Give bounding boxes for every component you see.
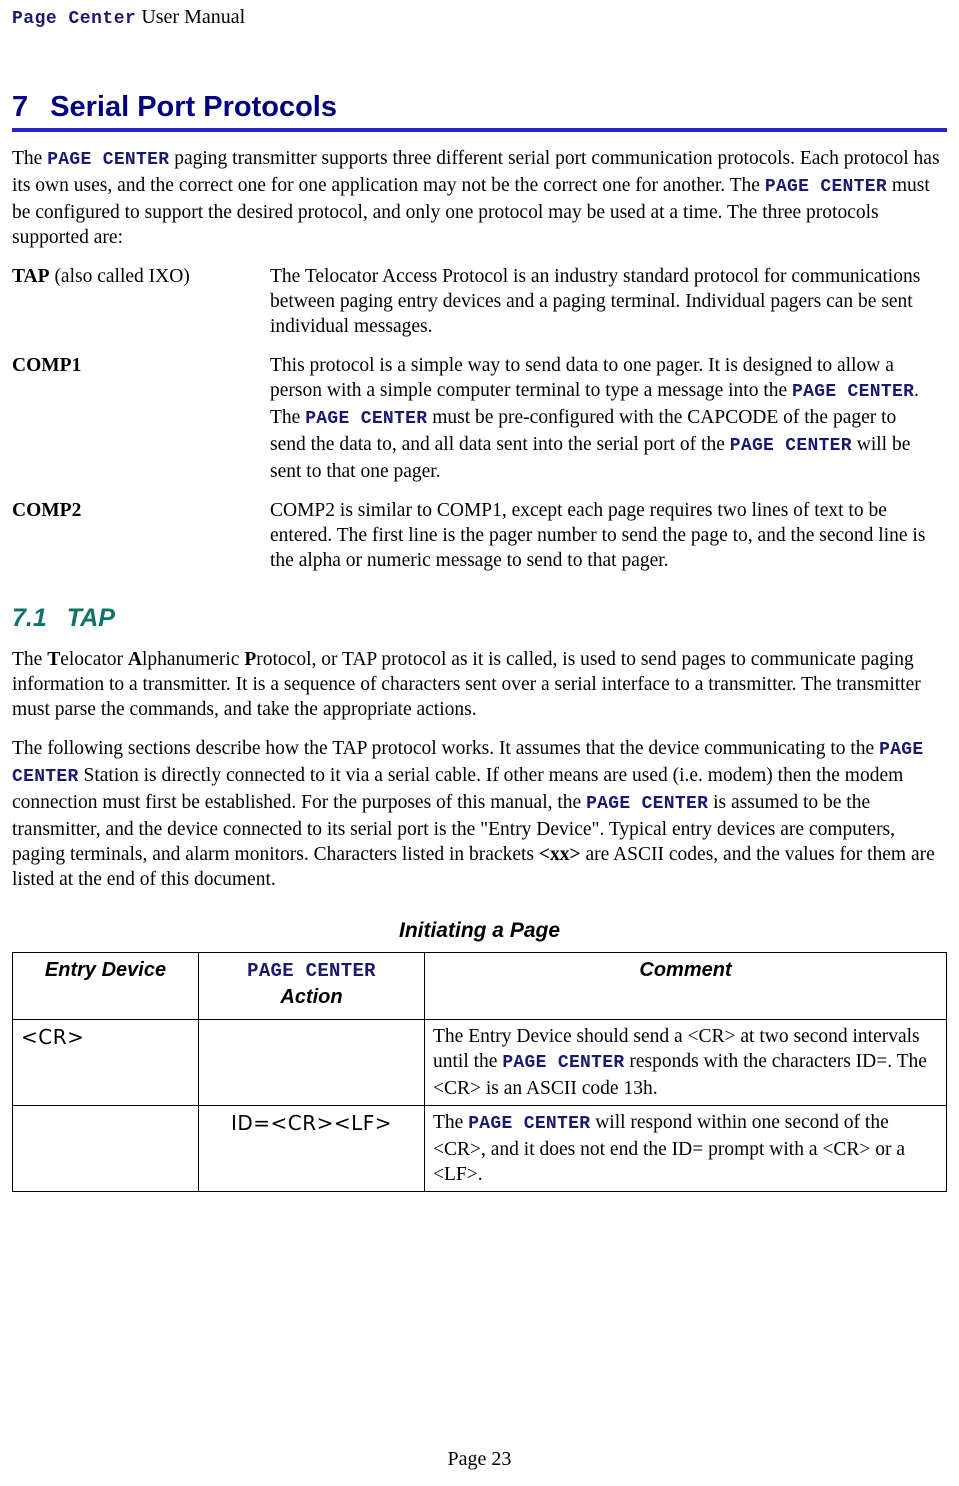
subsection-heading: 7.1 TAP [12,603,947,633]
tap-p1-b: elocator [60,649,128,670]
brand-inline: PAGE CENTER [792,382,915,402]
cell-page-center-action: ID=<CR><LF> [198,1105,425,1192]
list-item: COMP2 COMP2 is similar to COMP1, except … [12,498,947,573]
tap-initial-t: T [47,649,61,670]
brand-inline: PAGE CENTER [247,960,376,982]
brand-inline: PAGE CENTER [586,794,709,814]
running-head: Page Center User Manual [12,4,947,32]
tap-initial-a: A [127,649,142,670]
protocol-desc-tap: The Telocator Access Protocol is an indu… [270,266,921,337]
cell-entry-device [12,1105,199,1192]
term-bold: COMP1 [12,355,82,376]
intro-text-a: The [12,148,48,169]
page-footer: Page 23 [0,1446,959,1472]
initiating-a-page-table: Entry Device PAGE CENTER Action Comment <… [12,952,947,1192]
cell-page-center-action [198,1019,425,1106]
protocol-term-comp1: COMP1 [12,353,270,378]
term-bold: TAP [12,266,50,287]
page-number-label: Page 23 [447,1448,512,1470]
protocol-desc-comp2: COMP2 is similar to COMP1, except each p… [270,500,926,571]
running-head-suffix: User Manual [136,6,246,28]
subsection-title: TAP [66,604,115,632]
running-head-brand: Page Center [12,9,137,29]
cell-comment: The Entry Device should send a <CR> at t… [424,1019,947,1106]
tap-paragraph-2: The following sections describe how the … [12,736,947,892]
protocol-desc-comp1: This protocol is a simple way to send da… [270,353,947,484]
tap-p1-c: lphanumeric [141,649,245,670]
ascii-bracket-token: <xx> [538,844,581,865]
section-heading-wrap: 7 Serial Port Protocols [12,90,947,132]
term-rest: (also called IXO) [49,266,190,287]
brand-inline: PAGE CENTER [502,1053,625,1073]
brand-inline: PAGE CENTER [729,436,852,456]
list-item: COMP1 This protocol is a simple way to s… [12,353,947,484]
tap-p1-a: The [12,649,48,670]
brand-inline: PAGE CENTER [468,1114,591,1134]
table-row: ID=<CR><LF> The PAGE CENTER will respond… [12,1105,947,1192]
column-header-comment: Comment [424,952,947,1020]
protocol-term-tap: TAP (also called IXO) [12,264,270,289]
tap-p2-a: The following sections describe how the … [12,738,880,759]
section-number: 7 [12,91,29,123]
table-row: <CR> The Entry Device should send a <CR>… [12,1019,947,1106]
list-item: TAP (also called IXO) The Telocator Acce… [12,264,947,339]
document-page: Page Center User Manual 7 Serial Port Pro… [0,4,959,1486]
column-header-page-center-action: PAGE CENTER Action [198,952,425,1020]
term-bold: COMP2 [12,500,82,521]
subsection-number: 7.1 [12,604,47,632]
protocol-definition-list: TAP (also called IXO) The Telocator Acce… [12,264,947,573]
column-header-entry-device: Entry Device [12,952,199,1020]
section-title: Serial Port Protocols [50,91,337,123]
brand-inline: PAGE CENTER [764,177,887,197]
brand-inline: PAGE CENTER [305,409,428,429]
tap-initial-p: P [244,649,257,670]
page-title: 7 Serial Port Protocols [12,90,947,132]
intro-paragraph: The PAGE CENTER paging transmitter suppo… [12,146,947,250]
comment-text-a: The [433,1112,469,1133]
column-header-action-label: Action [280,986,343,1008]
protocol-term-comp2: COMP2 [12,498,270,523]
cell-comment: The PAGE CENTER will respond within one … [424,1105,947,1192]
table-caption: Initiating a Page [398,919,561,942]
brand-inline: PAGE CENTER [47,150,170,170]
cell-entry-device: <CR> [12,1019,199,1106]
tap-paragraph-1: The Telocator Alphanumeric Protocol, or … [12,647,947,722]
table-header-row: Entry Device PAGE CENTER Action Comment [12,952,947,1020]
